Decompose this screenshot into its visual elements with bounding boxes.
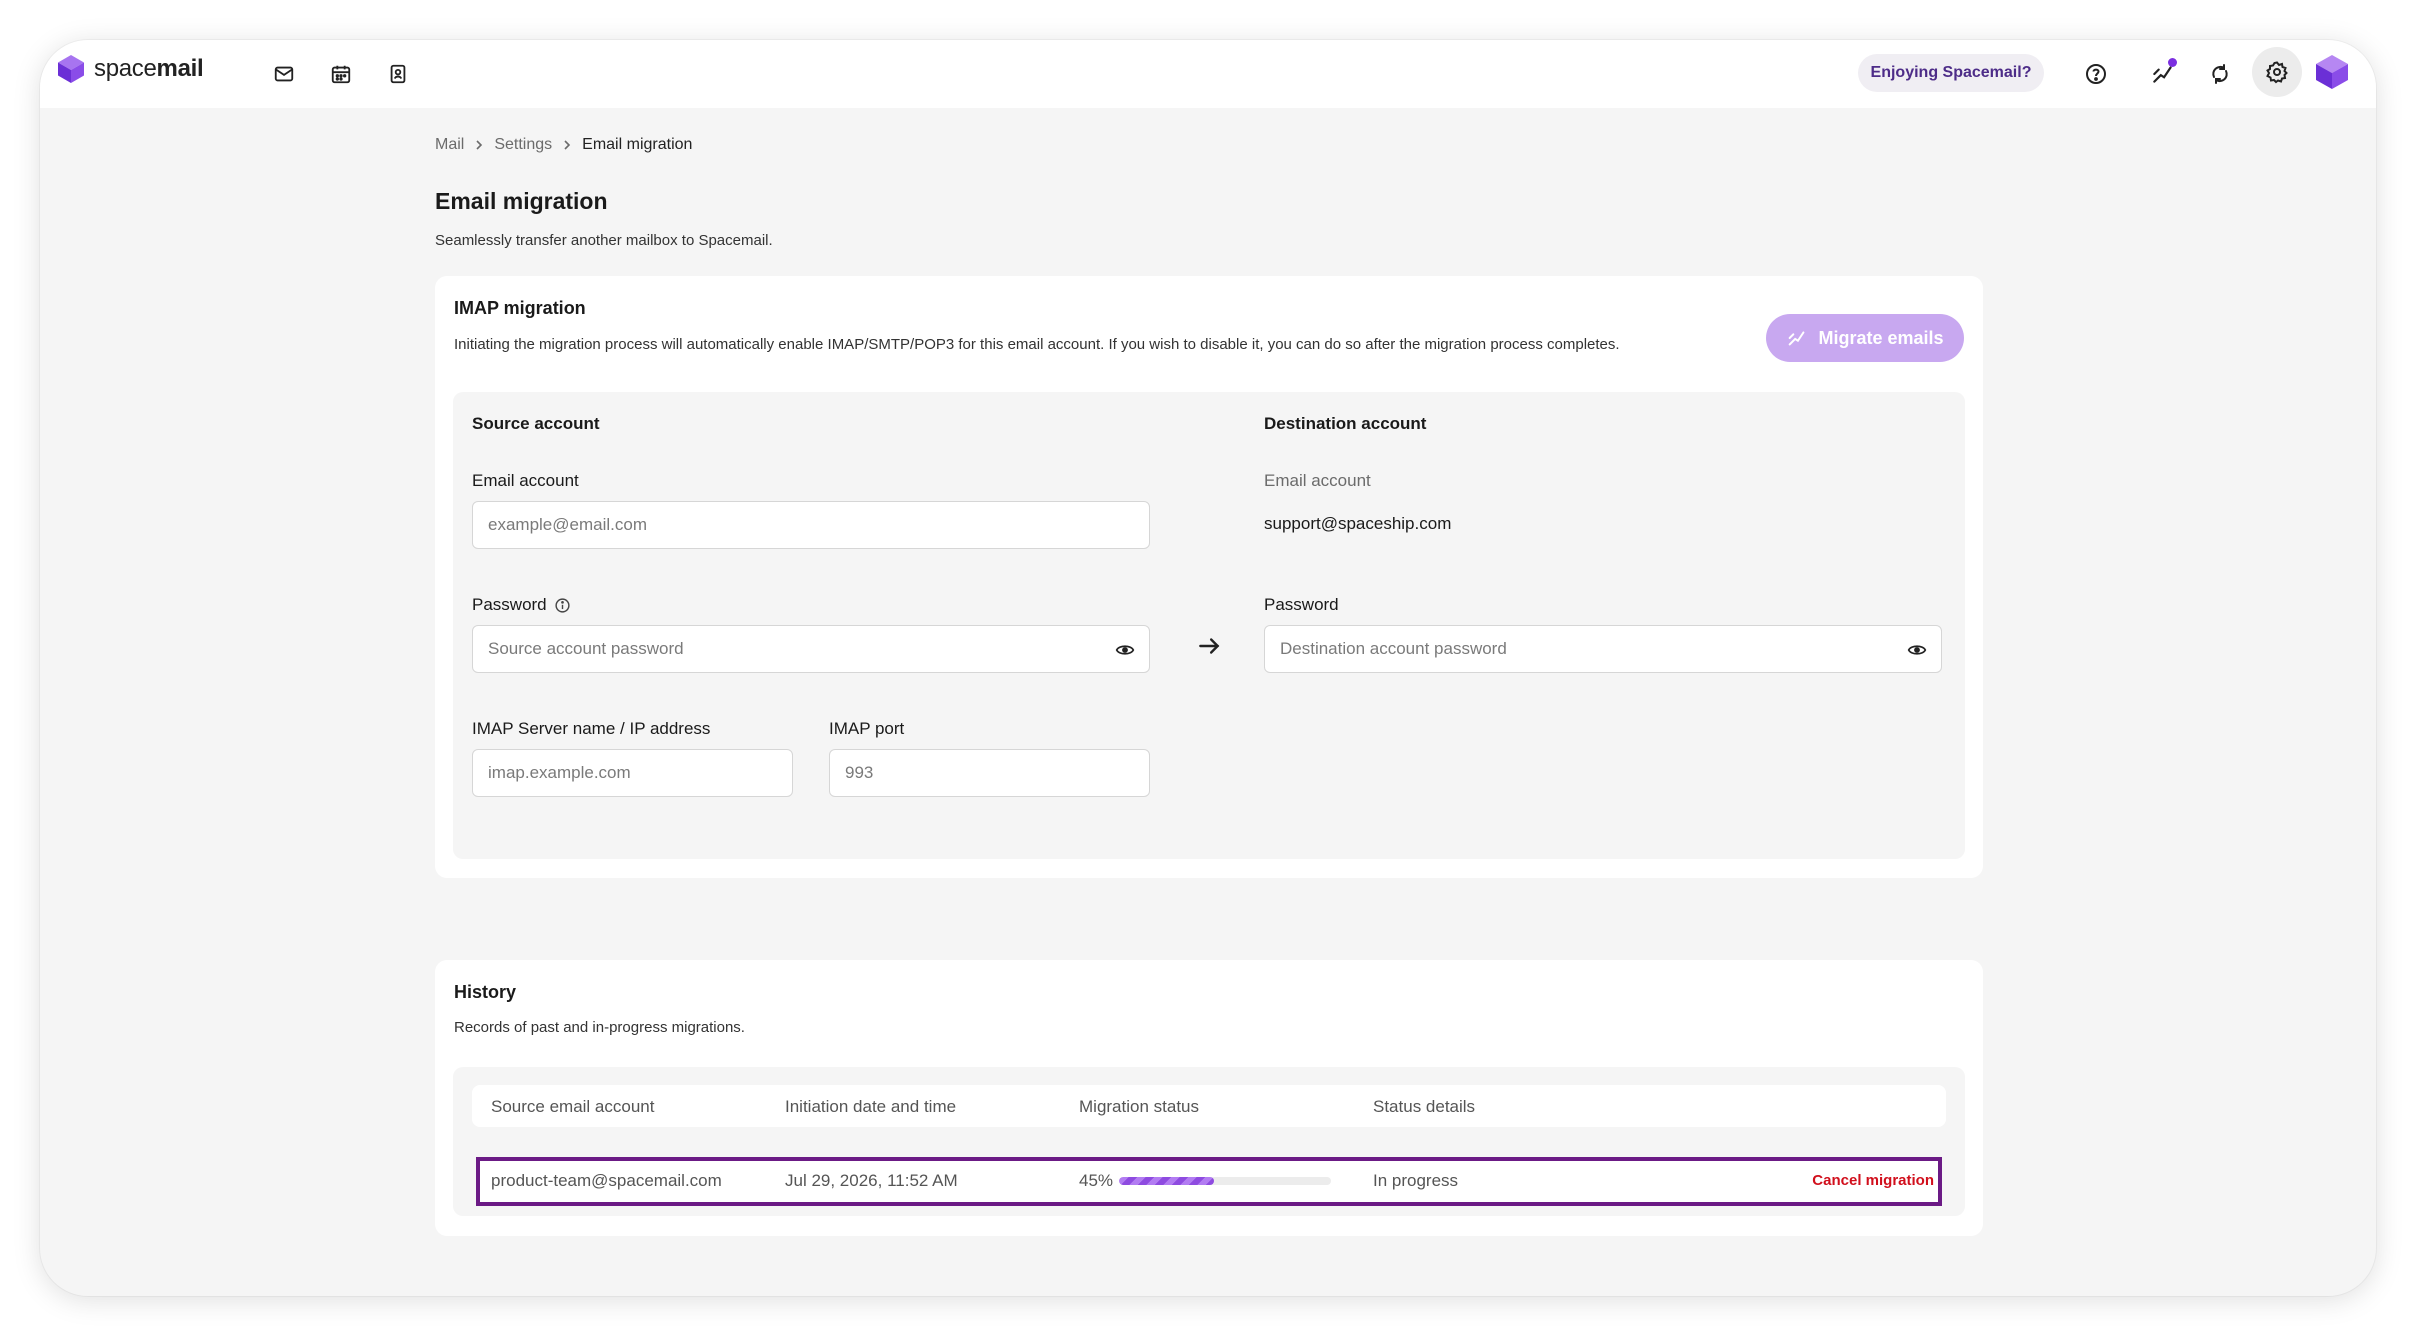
imap-port-input[interactable]: 993 (829, 749, 1150, 797)
imap-port-value: 993 (845, 763, 874, 782)
column-status-details: Status details (1373, 1097, 1476, 1116)
gear-icon[interactable] (2252, 47, 2302, 97)
column-migration-status: Migration status (1079, 1097, 1199, 1116)
show-password-eye-icon[interactable] (1907, 640, 1927, 665)
migrate-icon (1789, 331, 1805, 346)
imap-port-label: IMAP port (829, 719, 905, 738)
breadcrumb-settings[interactable]: Settings (494, 136, 552, 154)
mail-icon[interactable] (266, 56, 302, 92)
top-bar: spacemail Enjoying Spacemail? (40, 40, 2376, 108)
table-row[interactable]: product-team@spacemail.com Jul 29, 2026,… (476, 1157, 1942, 1206)
chevron-right-icon (562, 139, 572, 151)
source-email-input[interactable]: example@email.com (472, 501, 1150, 549)
imap-migration-title: IMAP migration (454, 298, 586, 318)
destination-email-label: Email account (1264, 471, 1371, 490)
page-subtitle: Seamlessly transfer another mailbox to S… (435, 232, 773, 249)
help-icon[interactable] (2078, 56, 2114, 92)
enjoying-spacemail-button[interactable]: Enjoying Spacemail? (1858, 54, 2044, 92)
history-card: History Records of past and in-progress … (435, 960, 1983, 1236)
app-window: spacemail Enjoying Spacemail? Mail Setti… (40, 40, 2376, 1296)
show-password-eye-icon[interactable] (1115, 640, 1135, 665)
source-account-title: Source account (472, 414, 600, 433)
source-password-label: Password (472, 595, 571, 615)
spacemail-logo-icon (58, 55, 84, 83)
source-password-input[interactable]: Source account password (472, 625, 1150, 673)
history-title: History (454, 982, 517, 1002)
chevron-right-icon (474, 139, 484, 151)
imap-server-placeholder: imap.example.com (488, 763, 631, 782)
progress-percent: 45% (1079, 1171, 1114, 1190)
migrate-emails-label: Migrate emails (1818, 327, 1944, 348)
cancel-migration-link[interactable]: Cancel migration (1812, 1172, 1934, 1189)
row-source-email: product-team@spacemail.com (491, 1171, 722, 1190)
spacemail-logo[interactable]: spacemail (56, 54, 204, 84)
destination-password-label: Password (1264, 595, 1339, 614)
page-title: Email migration (435, 188, 608, 214)
row-status-details: In progress (1373, 1171, 1459, 1190)
source-email-placeholder: example@email.com (488, 515, 647, 534)
history-table-container: Source email account Initiation date and… (453, 1067, 1965, 1216)
breadcrumb-current: Email migration (582, 136, 693, 153)
notification-dot (2168, 58, 2177, 67)
destination-password-placeholder: Destination account password (1280, 639, 1507, 658)
migration-progress: 45% (1079, 1171, 1332, 1191)
calendar-icon[interactable] (323, 56, 359, 92)
table-header: Source email account Initiation date and… (472, 1085, 1946, 1127)
imap-migration-description: Initiating the migration process will au… (454, 336, 1620, 353)
arrow-right-icon (1196, 633, 1222, 664)
column-source-email: Source email account (491, 1097, 655, 1116)
breadcrumb: Mail Settings Email migration (435, 136, 692, 154)
source-password-label-text: Password (472, 595, 547, 614)
avatar[interactable] (2310, 50, 2354, 99)
whats-new-icon[interactable] (2145, 56, 2181, 92)
source-email-label: Email account (472, 471, 579, 490)
contacts-icon[interactable] (380, 56, 416, 92)
destination-password-input[interactable]: Destination account password (1264, 625, 1942, 673)
sync-icon[interactable] (2202, 56, 2238, 92)
info-icon[interactable] (554, 597, 571, 614)
progress-bar-fill (1119, 1177, 1215, 1185)
migrate-emails-button[interactable]: Migrate emails (1766, 314, 1964, 362)
migration-form: Source account Email account example@ema… (453, 392, 1965, 859)
imap-migration-card: IMAP migration Initiating the migration … (435, 276, 1983, 878)
breadcrumb-mail[interactable]: Mail (435, 136, 464, 154)
row-initiation-date: Jul 29, 2026, 11:52 AM (785, 1171, 958, 1190)
destination-email-value: support@spaceship.com (1264, 514, 1452, 533)
brand-name: spacemail (94, 55, 204, 82)
source-password-placeholder: Source account password (488, 639, 684, 658)
imap-server-input[interactable]: imap.example.com (472, 749, 793, 797)
column-initiation-date: Initiation date and time (785, 1097, 957, 1116)
destination-account-title: Destination account (1264, 414, 1427, 433)
progress-bar (1119, 1177, 1332, 1185)
imap-server-label: IMAP Server name / IP address (472, 719, 711, 738)
history-subtitle: Records of past and in-progress migratio… (454, 1019, 745, 1036)
